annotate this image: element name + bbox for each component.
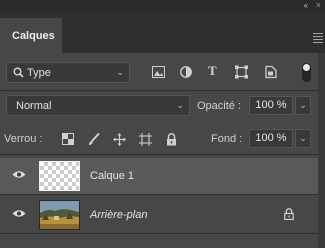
- smart-object-filter-icon[interactable]: [265, 65, 277, 79]
- blend-mode-value: Normal: [16, 100, 52, 112]
- opacity-label: Opacité :: [197, 100, 242, 112]
- visibility-eye-icon[interactable]: [12, 170, 26, 179]
- layer-thumbnail: [39, 161, 80, 191]
- lock-image-pixels-icon[interactable]: [88, 133, 100, 146]
- tab-calques[interactable]: Calques: [0, 18, 62, 53]
- collapse-panel-icon[interactable]: ‹‹: [304, 1, 308, 10]
- divider: [0, 233, 318, 234]
- panel-menu-icon[interactable]: [313, 33, 323, 45]
- panel-tab-bar: Calques: [0, 13, 325, 53]
- fill-slider-button[interactable]: ⌄: [295, 129, 311, 148]
- lock-all-icon[interactable]: [166, 133, 177, 146]
- divider: [0, 90, 318, 91]
- lock-artboard-icon[interactable]: [139, 133, 152, 146]
- divider: [0, 154, 318, 155]
- blend-mode-select[interactable]: Normal ⌄: [6, 95, 190, 116]
- layer-lock-icon[interactable]: [284, 208, 294, 220]
- divider: [0, 194, 318, 195]
- opacity-input[interactable]: 100 %: [249, 96, 293, 115]
- panel-scrollbar[interactable]: [318, 53, 325, 248]
- lock-position-icon[interactable]: [113, 133, 126, 146]
- layer-name[interactable]: Calque 1: [90, 170, 134, 182]
- lock-transparent-pixels-icon[interactable]: [62, 133, 74, 145]
- panel-top-strip: ‹‹ ×: [0, 0, 325, 13]
- layer-name[interactable]: Arrière-plan: [90, 209, 147, 221]
- layers-panel: Type ⌄ T Normal ⌄ Opacité : 100 % ⌄ Verr…: [0, 53, 318, 248]
- kind-filter-label: Type: [27, 67, 51, 79]
- shape-filter-icon[interactable]: [235, 65, 248, 79]
- type-filter-icon[interactable]: T: [208, 63, 217, 78]
- filter-toggle-switch[interactable]: [302, 63, 311, 82]
- layer-kind-filter-select[interactable]: Type ⌄: [6, 62, 130, 83]
- lock-label: Verrou :: [4, 133, 43, 145]
- visibility-eye-icon[interactable]: [12, 209, 26, 218]
- fill-label: Fond :: [211, 133, 243, 145]
- search-icon: [13, 67, 24, 78]
- image-filter-icon[interactable]: [152, 65, 165, 79]
- fill-input[interactable]: 100 %: [249, 129, 293, 148]
- layer-row-arriere-plan[interactable]: Arrière-plan: [0, 197, 318, 233]
- close-panel-icon[interactable]: ×: [316, 0, 321, 10]
- layer-row-calque-1[interactable]: Calque 1: [0, 158, 318, 194]
- adjustment-filter-icon[interactable]: [180, 65, 192, 79]
- chevron-down-icon: ⌄: [116, 67, 124, 77]
- landscape-photo-thumbnail: [40, 201, 79, 229]
- chevron-down-icon: ⌄: [176, 100, 184, 110]
- opacity-slider-button[interactable]: ⌄: [295, 96, 311, 115]
- layer-thumbnail: [39, 200, 80, 230]
